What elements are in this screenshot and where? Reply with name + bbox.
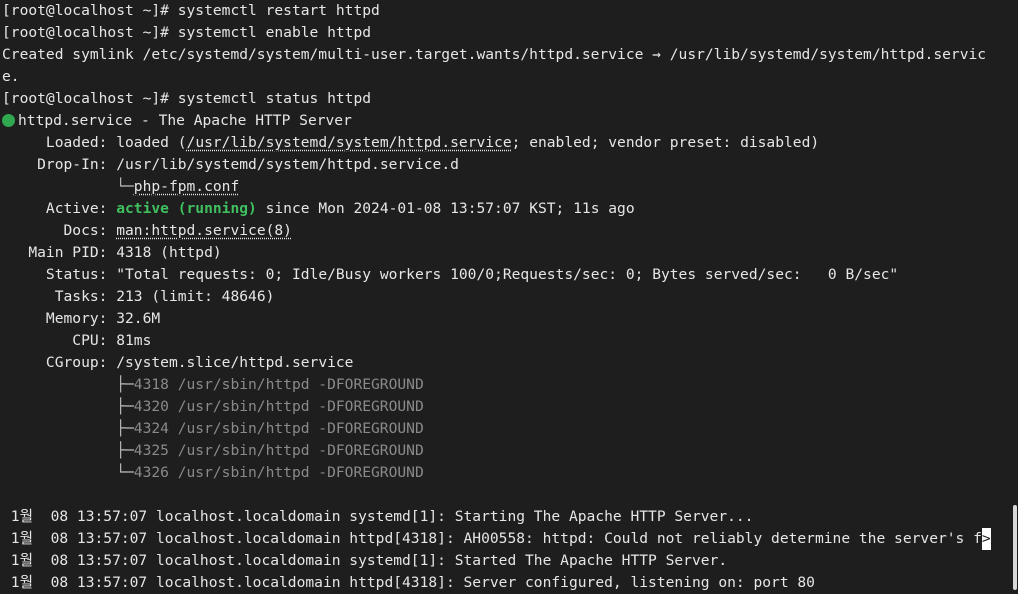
- command-line: [root@localhost ~]# systemctl restart ht…: [2, 2, 380, 19]
- loaded-line: Loaded: loaded (/usr/lib/systemd/system/…: [0, 132, 1010, 154]
- process-entry: 4324 /usr/sbin/httpd -DFOREGROUND: [133, 420, 424, 437]
- tree-branch: ├─: [2, 420, 134, 437]
- cgroup-value: /system.slice/httpd.service: [116, 354, 354, 371]
- unit-title-line: httpd.service - The Apache HTTP Server: [0, 110, 1010, 132]
- mainpid-value: 4318 (httpd): [116, 244, 222, 261]
- active-since: since Mon 2024-01-08 13:57:07 KST; 11s a…: [256, 200, 635, 217]
- field-key: Status:: [2, 266, 117, 283]
- cgroup-process: ├─4320 /usr/sbin/httpd -DFOREGROUND: [0, 396, 1010, 418]
- log-line: 1월 08 13:57:07 localhost.localdomain htt…: [0, 528, 1010, 550]
- log-line: 1월 08 13:57:07 localhost.localdomain sys…: [2, 552, 728, 569]
- cgroup-process: ├─4325 /usr/sbin/httpd -DFOREGROUND: [0, 440, 1010, 462]
- log-text: 1월 08 13:57:07 localhost.localdomain htt…: [2, 530, 982, 547]
- log-line: 1월 08 13:57:07 localhost.localdomain sys…: [2, 508, 754, 525]
- output-line: e.: [2, 68, 20, 85]
- scrollbar-thumb[interactable]: [1013, 505, 1017, 590]
- cgroup-line: CGroup: /system.slice/httpd.service: [0, 352, 1010, 374]
- cgroup-process: └─4326 /usr/sbin/httpd -DFOREGROUND: [0, 462, 1010, 484]
- docs-link[interactable]: man:httpd.service(8): [116, 222, 292, 239]
- dropin-file-line: └─php-fpm.conf: [0, 176, 1010, 198]
- process-entry: 4325 /usr/sbin/httpd -DFOREGROUND: [133, 442, 424, 459]
- cpu-value: 81ms: [116, 332, 152, 349]
- unit-file-link[interactable]: /usr/lib/systemd/system/httpd.service: [187, 134, 512, 151]
- field-key: CPU:: [2, 332, 117, 349]
- scrollbar[interactable]: [1012, 0, 1018, 594]
- tree-branch: ├─: [2, 398, 134, 415]
- tasks-value: 213 (limit: 48646): [116, 288, 275, 305]
- tasks-line: Tasks: 213 (limit: 48646): [0, 286, 1010, 308]
- docs-line: Docs: man:httpd.service(8): [0, 220, 1010, 242]
- dropin-dir: /usr/lib/systemd/system/httpd.service.d: [116, 156, 459, 173]
- memory-line: Memory: 32.6M: [0, 308, 1010, 330]
- loaded-suffix: ; enabled; vendor preset: disabled): [511, 134, 820, 151]
- tree-branch: ├─: [2, 376, 134, 393]
- unit-title: httpd.service - The Apache HTTP Server: [18, 112, 352, 129]
- mainpid-line: Main PID: 4318 (httpd): [0, 242, 1010, 264]
- tree-branch: └─: [2, 178, 134, 195]
- tree-branch: ├─: [2, 442, 134, 459]
- active-state: active (running): [116, 200, 257, 217]
- process-entry: 4320 /usr/sbin/httpd -DFOREGROUND: [133, 398, 424, 415]
- output-line: Created symlink /etc/systemd/system/mult…: [2, 46, 987, 63]
- cgroup-process: ├─4318 /usr/sbin/httpd -DFOREGROUND: [0, 374, 1010, 396]
- cgroup-process: ├─4324 /usr/sbin/httpd -DFOREGROUND: [0, 418, 1010, 440]
- terminal-window[interactable]: [root@localhost ~]# systemctl restart ht…: [0, 0, 1010, 594]
- process-entry: 4318 /usr/sbin/httpd -DFOREGROUND: [133, 376, 424, 393]
- status-dot-icon: [2, 114, 15, 127]
- field-key: Tasks:: [2, 288, 117, 305]
- field-key: Main PID:: [2, 244, 117, 261]
- loaded-prefix: loaded (: [116, 134, 187, 151]
- memory-value: 32.6M: [116, 310, 161, 327]
- cpu-line: CPU: 81ms: [0, 330, 1010, 352]
- command-line: [root@localhost ~]# systemctl status htt…: [2, 90, 372, 107]
- tree-branch: └─: [2, 464, 134, 481]
- pager-cursor: >: [981, 528, 991, 550]
- field-key: Loaded:: [2, 134, 117, 151]
- active-line: Active: active (running) since Mon 2024-…: [0, 198, 1010, 220]
- status-value: "Total requests: 0; Idle/Busy workers 10…: [116, 266, 899, 283]
- process-entry: 4326 /usr/sbin/httpd -DFOREGROUND: [133, 464, 424, 481]
- log-line: 1월 08 13:57:07 localhost.localdomain htt…: [2, 574, 815, 591]
- field-key: CGroup:: [2, 354, 117, 371]
- dropin-file-link[interactable]: php-fpm.conf: [134, 178, 239, 195]
- dropin-line: Drop-In: /usr/lib/systemd/system/httpd.s…: [0, 154, 1010, 176]
- field-key: Active:: [2, 200, 117, 217]
- status-line: Status: "Total requests: 0; Idle/Busy wo…: [0, 264, 1010, 286]
- field-key: Docs:: [2, 222, 117, 239]
- field-key: Memory:: [2, 310, 117, 327]
- command-line: [root@localhost ~]# systemctl enable htt…: [2, 24, 372, 41]
- field-key: Drop-In:: [2, 156, 117, 173]
